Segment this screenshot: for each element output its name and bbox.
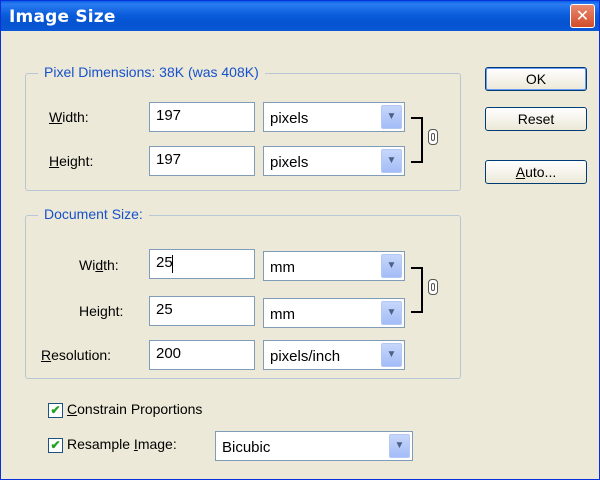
pixel-width-unit-select[interactable]: pixels ▼ [263,102,405,132]
resolution-input[interactable]: 200 [149,340,255,370]
dialog-title: Image Size [9,7,116,27]
chevron-down-icon[interactable]: ▼ [381,254,402,278]
pixel-width-unit-value: pixels [270,110,309,127]
text-caret [172,255,173,273]
doc-height-label: Height: [79,303,124,319]
chain-link-icon [428,129,438,145]
pixel-link-bracket [411,117,423,163]
pixel-width-label: Width: [49,109,89,125]
resample-method-select[interactable]: Bicubic ▼ [215,431,413,461]
document-size-legend: Document Size: [38,206,149,222]
auto-button[interactable]: Auto... [485,160,587,184]
pixel-height-unit-select[interactable]: pixels ▼ [263,146,405,176]
resample-image-checkbox[interactable]: ✔ [48,438,63,453]
doc-height-unit-value: mm [270,306,295,323]
document-link-bracket [411,267,423,313]
chevron-down-icon[interactable]: ▼ [381,301,402,325]
pixel-height-input[interactable]: 197 [149,146,255,176]
pixel-width-input[interactable]: 197 [149,102,255,132]
chevron-down-icon[interactable]: ▼ [389,434,410,458]
doc-width-label: Width: [79,257,119,273]
chain-link-icon [428,279,438,295]
constrain-proportions-label[interactable]: Constrain Proportions [67,401,202,417]
constrain-proportions-checkbox[interactable]: ✔ [48,403,63,418]
pixel-height-unit-value: pixels [270,154,309,171]
doc-height-unit-select[interactable]: mm ▼ [263,298,405,328]
pixel-dimensions-legend: Pixel Dimensions: 38K (was 408K) [38,64,265,80]
resample-method-value: Bicubic [222,439,271,456]
chevron-down-icon[interactable]: ▼ [381,105,402,129]
resolution-unit-select[interactable]: pixels/inch ▼ [263,340,405,370]
pixel-height-label: Height: [49,153,94,169]
chevron-down-icon[interactable]: ▼ [381,149,402,173]
image-size-dialog: Image Size ✕ Pixel Dimensions: 38K (was … [0,0,600,480]
ok-button[interactable]: OK [485,67,587,91]
doc-width-input[interactable]: 25 [149,249,255,279]
reset-button[interactable]: Reset [485,107,587,131]
resolution-label: Resolution: [41,347,112,363]
close-icon: ✕ [575,6,590,25]
resolution-unit-value: pixels/inch [270,348,341,365]
resample-image-label[interactable]: Resample Image: [67,436,177,452]
chevron-down-icon[interactable]: ▼ [381,343,402,367]
title-bar[interactable]: Image Size ✕ [1,1,599,31]
close-button[interactable]: ✕ [570,4,595,28]
doc-width-unit-select[interactable]: mm ▼ [263,251,405,281]
doc-width-unit-value: mm [270,259,295,276]
doc-height-input[interactable]: 25 [149,296,255,326]
